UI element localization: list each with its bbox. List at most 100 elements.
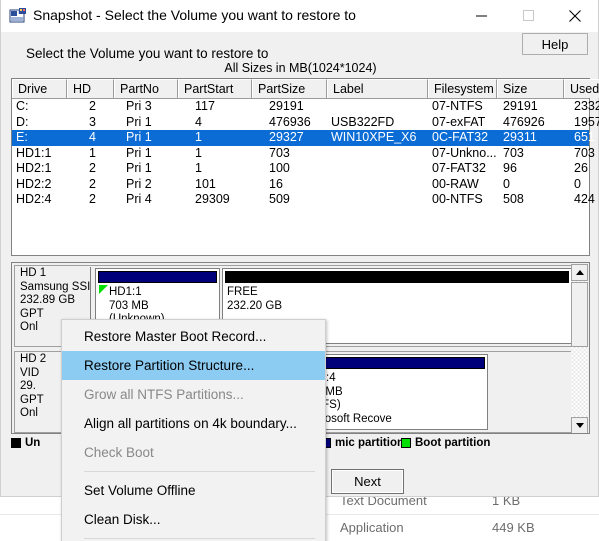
table-cell: Pri 1 [126, 161, 152, 175]
background-row-type: Application [340, 520, 404, 535]
partition-box[interactable]: HD2:4509 MB(NTFS)Microsoft Recove [298, 354, 488, 430]
context-menu-item: Check Boot [84, 445, 154, 460]
maximize-icon [522, 10, 534, 21]
snapshot-app-icon [9, 7, 27, 25]
table-row[interactable]: HD1:11Pri 1170307-Unkno...7037030 [12, 145, 595, 162]
table-column-header[interactable]: Filesystem [428, 79, 497, 98]
context-menu-item: Grow all NTFS Partitions... [84, 387, 244, 402]
table-cell: 96 [503, 161, 517, 175]
partition-label: HD2:4509 MB(NTFS)Microsoft Recove [303, 372, 485, 426]
table-cell: Pri 3 [126, 99, 152, 113]
table-cell: HD2:1 [16, 161, 52, 175]
table-cell: 703 [503, 145, 524, 160]
table-row[interactable]: HD2:12Pri 1110007-FAT32962669 [12, 161, 589, 177]
table-cell: Pri 1 [126, 114, 152, 129]
help-button[interactable]: Help [522, 33, 588, 55]
legend-item: Un [11, 437, 40, 449]
partition-label-line: FREE [227, 286, 258, 298]
snapshot-window: Snapshot - Select the Volume you want to… [0, 0, 599, 541]
close-button[interactable] [552, 0, 598, 31]
table-column-header[interactable]: PartStart [178, 79, 252, 98]
table-cell: Pri 2 [126, 176, 152, 191]
table-cell: HD1:1 [16, 145, 52, 160]
table-cell: 23324 [574, 99, 599, 113]
table-column-header[interactable]: Used [564, 79, 599, 98]
screen-root: Text Document 1 KB Application 449 KB Sn… [0, 0, 599, 541]
table-cell: 508 [503, 192, 524, 206]
table-row[interactable]: HD2:42Pri 42930950900-NTFS50842484 [12, 192, 595, 208]
table-row[interactable]: D: 3 Pri 1 4 476936 USB322FD 07-exFAT 476926 195… [12, 114, 599, 131]
partition-label-line: 509 MB [303, 385, 343, 398]
table-cell: D: [16, 114, 29, 129]
legend-item: mic partition [321, 437, 404, 449]
table-cell: USB322FD [331, 114, 395, 129]
page-title: Select the Volume you want to restore to [26, 46, 269, 61]
context-menu-item[interactable]: Align all partitions on 4k boundary... [62, 409, 325, 438]
legend-color-swatch [401, 438, 411, 448]
scroll-down-arrow-icon[interactable] [571, 417, 588, 433]
next-button[interactable]: Next [331, 469, 404, 494]
table-header-row: Drive HD PartNo PartStart PartSize Label Files… [12, 79, 599, 99]
table-cell: 0 [574, 176, 581, 191]
disk-info-line: Samsung SSI [20, 280, 90, 293]
context-menu-item[interactable]: Set Volume Offline [62, 476, 325, 505]
partition-usage-bar [301, 357, 485, 369]
table-cell: 29191 [503, 99, 538, 113]
legend-item: Boot partition [401, 437, 490, 449]
table-cell: HD2:2 [16, 176, 52, 191]
table-cell: 29191 [269, 99, 304, 113]
table-cell: HD2:4 [16, 192, 52, 206]
legend-label: Un [25, 437, 41, 449]
boot-partition-flag-icon [99, 285, 108, 294]
minimize-button[interactable] [458, 0, 504, 31]
table-column-header[interactable]: Size [497, 79, 564, 98]
partition-label-line: (NTFS) [303, 399, 485, 413]
context-menu-item[interactable]: Restore Master Boot Record... [62, 322, 325, 351]
minimize-icon [475, 15, 487, 17]
disk-info-line: HD 1 [20, 267, 47, 279]
disk-context-menu[interactable]: Restore Master Boot Record... Restore Par… [61, 319, 326, 541]
table-cell: 651 [574, 130, 595, 144]
table-row[interactable]: HD2:22Pri 21011600-RAW000 [12, 177, 589, 193]
table-cell: Pri 4 [126, 192, 152, 206]
title-bar: Snapshot - Select the Volume you want to… [1, 0, 598, 32]
table-column-header[interactable]: Label [327, 79, 428, 98]
table-body: C:2Pri 31172919107-NTFS29191233245866D:3… [12, 99, 599, 208]
table-row[interactable]: C:2Pri 31172919107-NTFS29191233245866 [12, 99, 599, 115]
scroll-up-arrow-icon[interactable] [571, 264, 588, 281]
partition-label-line: 703 MB [109, 299, 149, 312]
partition-label: FREE 232.20 GB [227, 286, 569, 313]
table-column-header[interactable]: PartNo [114, 79, 178, 98]
table-cell: 100 [269, 161, 290, 175]
table-cell: E: [16, 130, 28, 144]
table-cell: 16 [269, 176, 283, 191]
table-cell: 509 [269, 192, 290, 206]
table-cell: 703 [269, 145, 290, 160]
scrollbar-thumb[interactable] [571, 282, 588, 347]
sizes-unit-note: All Sizes in MB(1024*1024) [224, 61, 377, 75]
table-cell: 424 [574, 192, 595, 206]
maximize-button[interactable] [505, 0, 551, 31]
close-icon [569, 9, 581, 22]
table-column-header[interactable]: HD [67, 79, 114, 98]
table-column-header[interactable]: Drive [12, 79, 67, 98]
window-title: Snapshot - Select the Volume you want to… [33, 7, 356, 23]
table-cell: 26 [574, 161, 588, 175]
legend-color-swatch [11, 438, 21, 448]
context-menu-item[interactable]: Restore Partition Structure... [62, 351, 325, 380]
partition-usage-bar [98, 271, 217, 283]
table-column-header[interactable]: PartSize [252, 79, 327, 98]
partition-usage-bar [225, 271, 569, 283]
legend-label: Boot partition [415, 437, 491, 449]
partition-label-line: 232.20 GB [227, 299, 282, 312]
table-cell: 476926 [503, 114, 545, 129]
table-row[interactable]: E: 4 Pri 1 1 29327 WIN10XPE_X6 0C-FAT32 29311 65… [12, 130, 595, 146]
context-menu-separator [84, 538, 315, 539]
disk-map-scrollbar[interactable] [571, 264, 588, 433]
table-cell: 703 [574, 145, 595, 160]
legend-label: mic partition [335, 437, 405, 449]
context-menu-separator [84, 471, 315, 472]
background-row-size: 449 KB [492, 520, 535, 535]
table-cell: 195756 [574, 114, 599, 129]
context-menu-item[interactable]: Clean Disk... [62, 505, 325, 534]
